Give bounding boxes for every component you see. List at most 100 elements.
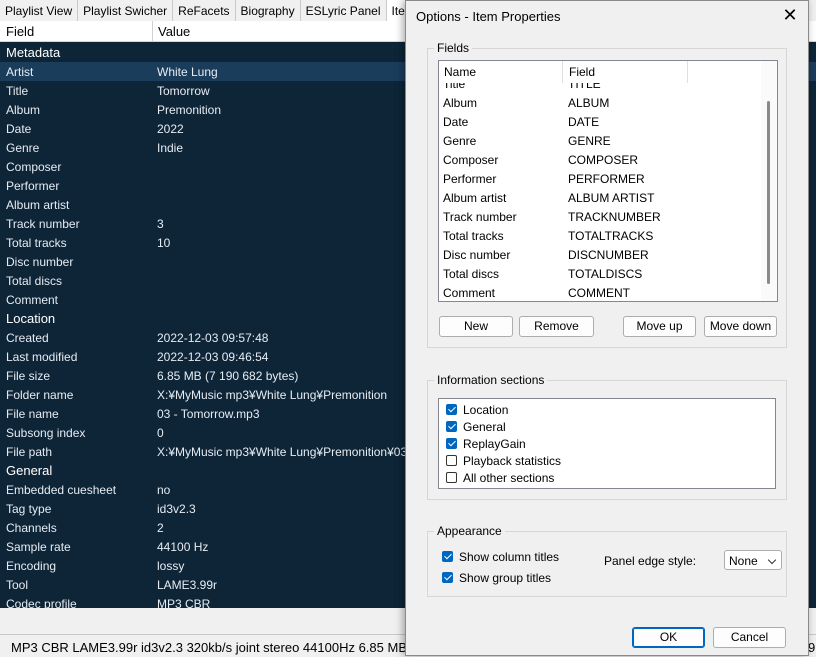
remove-button[interactable]: Remove: [519, 316, 594, 337]
fields-list-scrollbar[interactable]: [761, 61, 777, 301]
fields-list-row[interactable]: Disc number DISCNUMBER: [439, 246, 761, 265]
field-tag: ALBUM: [568, 96, 610, 110]
information-sections-group: Information sections Location General Repl…: [427, 373, 787, 500]
move-down-button[interactable]: Move down: [704, 316, 777, 337]
fields-list-row[interactable]: Album artist ALBUM ARTIST: [439, 189, 761, 208]
property-value: LAME3.99r: [157, 578, 218, 592]
field-tag: DATE: [568, 115, 600, 129]
property-value: Tomorrow: [157, 84, 210, 98]
property-value: 2022: [157, 122, 184, 136]
info-section-label: ReplayGain: [463, 436, 526, 451]
property-field: Embedded cuesheet: [6, 483, 117, 497]
close-icon[interactable]: ✕: [778, 5, 802, 27]
info-section-label: All other sections: [463, 470, 555, 485]
scrollbar-thumb[interactable]: [767, 101, 770, 284]
move-up-button[interactable]: Move up: [623, 316, 696, 337]
property-field: Subsong index: [6, 426, 86, 440]
fields-list-row[interactable]: Track number TRACKNUMBER: [439, 208, 761, 227]
information-sections-label: Information sections: [434, 373, 548, 387]
group-title: Metadata: [6, 45, 61, 60]
fields-header-field[interactable]: Field: [569, 65, 595, 79]
cancel-button[interactable]: Cancel: [713, 627, 786, 648]
property-field: Channels: [6, 521, 57, 535]
fields-group: Fields Comment COMMENT Total discs TOTALDIS…: [427, 41, 787, 348]
field-name: Total discs: [443, 267, 500, 281]
property-value: id3v2.3: [157, 502, 196, 516]
property-value: lossy: [157, 559, 185, 573]
field-tag: DISCNUMBER: [568, 248, 649, 262]
field-name: Genre: [443, 134, 477, 148]
property-field: Encoding: [6, 559, 57, 573]
property-field: Created: [6, 331, 49, 345]
panel-tab[interactable]: Playlist View: [0, 0, 79, 21]
property-value: 03 - Tomorrow.mp3: [157, 407, 260, 421]
checkbox-checked-icon[interactable]: [446, 421, 457, 432]
property-value: MP3 CBR: [157, 597, 211, 608]
fields-list-row[interactable]: Performer PERFORMER: [439, 170, 761, 189]
property-field: Composer: [6, 160, 62, 174]
show-column-titles-label: Show column titles: [459, 549, 560, 564]
panel-tab[interactable]: Playlist Swicher: [78, 0, 174, 21]
panel-tab[interactable]: ESLyric Panel: [301, 0, 387, 21]
property-value: 10: [157, 236, 171, 250]
fields-list-row[interactable]: Total discs TOTALDISCS: [439, 265, 761, 284]
info-section-label: General: [463, 419, 506, 434]
panel-edge-style-value: None: [729, 554, 758, 568]
property-field: Performer: [6, 179, 60, 193]
checkbox-checked-icon[interactable]: [446, 404, 457, 415]
panel-edge-style-select[interactable]: None: [724, 550, 782, 570]
new-button[interactable]: New: [439, 316, 513, 337]
fields-list-row[interactable]: Genre GENRE: [439, 132, 761, 151]
field-name: Disc number: [443, 248, 511, 262]
fields-group-label: Fields: [434, 41, 473, 55]
property-value: X:¥MyMusic mp3¥White Lung¥Premonition: [157, 388, 388, 402]
header-divider[interactable]: [687, 61, 688, 83]
property-value: 2022-12-03 09:46:54: [157, 350, 269, 364]
info-section-item[interactable]: All other sections: [446, 469, 554, 486]
column-header-value[interactable]: Value: [158, 24, 190, 39]
checkbox-unchecked-icon[interactable]: [446, 455, 457, 466]
property-field: Album: [6, 103, 41, 117]
fields-list-row[interactable]: Album ALBUM: [439, 94, 761, 113]
property-field: Total discs: [6, 274, 63, 288]
panel-tab[interactable]: ReFacets: [173, 0, 236, 21]
info-section-item[interactable]: Location: [446, 401, 508, 418]
info-section-item[interactable]: Playback statistics: [446, 452, 561, 469]
fields-list-row[interactable]: Composer COMPOSER: [439, 151, 761, 170]
ok-button[interactable]: OK: [632, 627, 705, 648]
checkbox-checked-icon[interactable]: [442, 572, 453, 583]
property-field: Comment: [6, 293, 59, 307]
information-sections-list[interactable]: Location General ReplayGain Playback statis…: [438, 398, 776, 489]
appearance-group: Appearance Show column titles Show group…: [427, 524, 787, 597]
panel-edge-style-label: Panel edge style:: [604, 554, 697, 568]
checkbox-checked-icon[interactable]: [442, 551, 453, 562]
fields-list-header: Name Field: [439, 61, 761, 83]
checkbox-unchecked-icon[interactable]: [446, 472, 457, 483]
property-field: File size: [6, 369, 51, 383]
property-value: 6.85 MB (7 190 682 bytes): [157, 369, 299, 383]
fields-header-name[interactable]: Name: [444, 65, 476, 79]
chevron-down-icon: [767, 555, 777, 565]
field-name: Track number: [443, 210, 517, 224]
panel-tab[interactable]: Biography: [236, 0, 301, 21]
column-divider[interactable]: [152, 21, 153, 41]
header-divider[interactable]: [562, 61, 563, 83]
fields-list[interactable]: Comment COMMENT Total discs TOTALDISCS Disc …: [438, 60, 778, 302]
fields-list-row[interactable]: Total tracks TOTALTRACKS: [439, 227, 761, 246]
field-tag: TRACKNUMBER: [568, 210, 661, 224]
info-section-item[interactable]: General: [446, 418, 506, 435]
checkbox-checked-icon[interactable]: [446, 438, 457, 449]
info-section-item[interactable]: ReplayGain: [446, 435, 526, 452]
property-field: Album artist: [6, 198, 70, 212]
field-name: Performer: [443, 172, 497, 186]
show-group-titles-checkbox[interactable]: Show group titles: [442, 569, 551, 586]
property-field: Title: [6, 84, 29, 98]
property-field: Total tracks: [6, 236, 67, 250]
column-header-field[interactable]: Field: [6, 24, 34, 39]
show-column-titles-checkbox[interactable]: Show column titles: [442, 548, 559, 565]
property-field: Track number: [6, 217, 80, 231]
fields-list-row[interactable]: Comment COMMENT: [439, 284, 761, 301]
show-group-titles-label: Show group titles: [459, 570, 552, 585]
fields-list-row[interactable]: Date DATE: [439, 113, 761, 132]
info-section-label: Location: [463, 402, 509, 417]
